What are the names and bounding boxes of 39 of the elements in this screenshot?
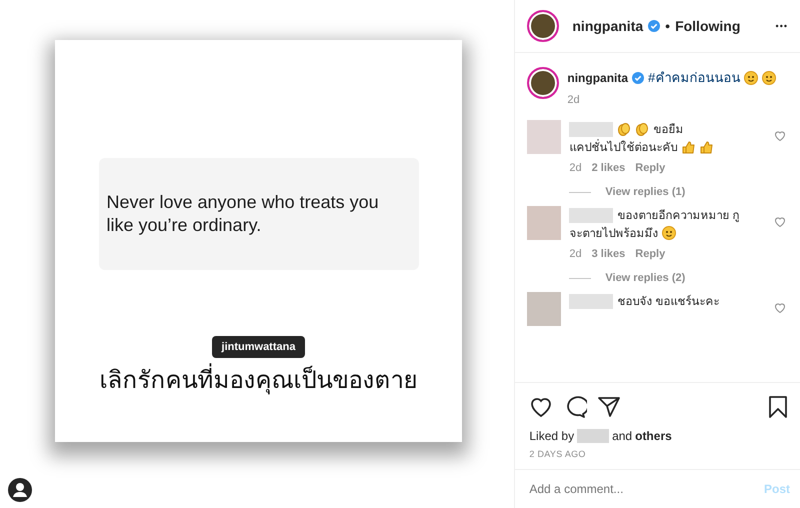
comment-text: ขอยืม (653, 122, 684, 138)
post-time: 2d (567, 94, 580, 106)
profile-icon[interactable] (8, 478, 32, 502)
face-emoji-icon (744, 70, 758, 84)
post-date: 2 DAYS AGO (515, 443, 800, 470)
blurred-username (569, 122, 614, 136)
separator: • (665, 18, 670, 34)
like-icon[interactable] (529, 395, 554, 419)
clap-emoji-icon (635, 122, 650, 136)
username[interactable]: ningpanita (572, 18, 644, 34)
comment-text: ของตายอีกความหมาย กู (617, 208, 740, 224)
image-caption: เลิกรักคนที่มองคุณเป็นของตาย (100, 360, 418, 399)
blurred-username (569, 208, 614, 222)
user-tag[interactable]: jintumwattana (212, 336, 306, 358)
thumbs-up-icon (681, 140, 696, 154)
others-link[interactable]: others (635, 429, 672, 443)
avatar[interactable] (527, 67, 560, 99)
face-emoji-icon (662, 226, 676, 240)
thumbs-up-icon (699, 140, 714, 154)
following-button[interactable]: Following (675, 18, 740, 34)
more-options-icon[interactable]: ••• (776, 21, 788, 31)
username[interactable]: ningpanita (567, 70, 628, 84)
bookmark-icon[interactable] (766, 395, 790, 419)
comment-text: ชอบจัง ขอแชร์นะคะ (617, 294, 720, 310)
comment-input[interactable]: Add a comment... (529, 482, 764, 496)
share-icon[interactable] (597, 395, 622, 419)
avatar[interactable] (527, 10, 560, 42)
comment-text: จะตายไปพร้อมมึง (569, 226, 658, 242)
blurred-username (577, 429, 610, 443)
comment-time: 2d (569, 248, 582, 260)
blurred-username (569, 294, 614, 308)
comment-text: แคปชั่นไปใช้ต่อนะคับ (569, 138, 678, 156)
comment-time: 2d (569, 162, 582, 174)
hashtag-link[interactable]: #คำคมก่อนนอน (648, 67, 740, 88)
liked-by-label: Liked by (529, 429, 574, 443)
quote-text: Never love anyone who treats you like you’re ordinary. (106, 191, 380, 237)
clap-emoji-icon (617, 122, 632, 136)
and-label: and (612, 429, 632, 443)
face-emoji-icon (762, 70, 776, 84)
